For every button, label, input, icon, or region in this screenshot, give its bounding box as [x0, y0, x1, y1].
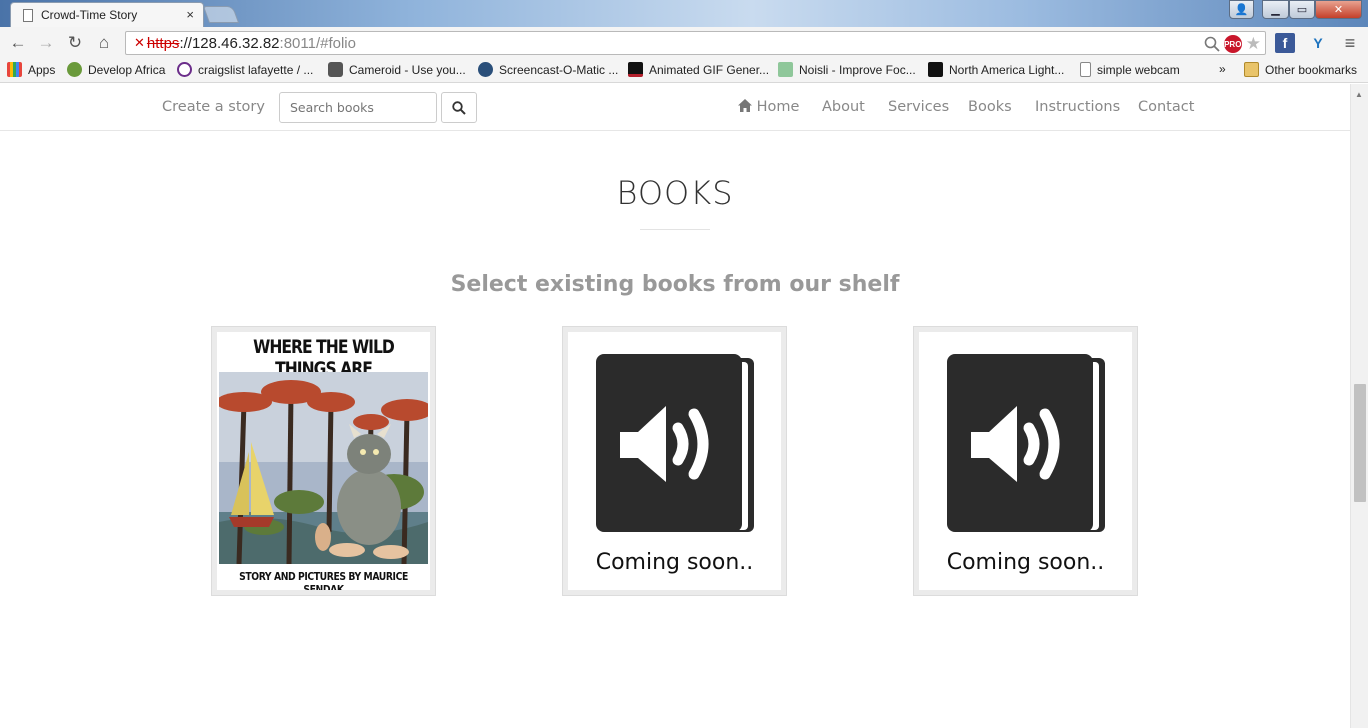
page-viewport: Create a story Home About Services Books… — [0, 84, 1350, 728]
screencast-icon — [478, 62, 493, 77]
book-cover: WHERE THE WILD THINGS ARE STORY AND PICT… — [217, 332, 430, 590]
noisli-icon — [778, 62, 793, 77]
nav-books[interactable]: Books — [968, 99, 1012, 115]
maximize-button[interactable]: ▭ — [1289, 0, 1315, 19]
tab-title: Crowd-Time Story — [41, 8, 138, 22]
minimize-button[interactable]: ▁ — [1262, 0, 1289, 19]
bookmark-noisli[interactable]: Noisli - Improve Foc... — [778, 62, 916, 77]
folder-icon — [1244, 62, 1259, 77]
camera-icon — [328, 62, 343, 77]
coming-soon-label: Coming soon.. — [946, 550, 1105, 575]
nav-instructions[interactable]: Instructions — [1035, 99, 1120, 115]
bookmark-label: simple webcam — [1097, 62, 1180, 77]
profile-icon[interactable]: 👤 — [1229, 0, 1254, 19]
page-icon — [23, 8, 33, 22]
gif-icon — [628, 62, 643, 77]
nav-contact[interactable]: Contact — [1138, 99, 1194, 115]
section-title: BOOKS — [616, 174, 734, 212]
peace-icon — [177, 62, 192, 77]
browser-tab[interactable]: Crowd-Time Story × — [10, 2, 204, 27]
bookmark-north-america[interactable]: North America Light... — [928, 62, 1064, 77]
apps-grid-icon — [7, 62, 22, 77]
address-bar[interactable]: ✕ https://128.46.32.82:8011/#folio PRO ★ — [125, 31, 1266, 55]
close-window-button[interactable]: ✕ — [1315, 0, 1362, 19]
bookmark-screencast[interactable]: Screencast-O-Matic ... — [478, 62, 618, 77]
bookmark-develop-africa[interactable]: Develop Africa — [67, 62, 165, 77]
zoom-icon[interactable] — [1204, 36, 1220, 52]
window-titlebar: Crowd-Time Story × 👤 ▁ ▭ ✕ — [0, 0, 1368, 27]
bookmark-label: Apps — [28, 62, 56, 77]
audiobook-icon — [947, 354, 1105, 532]
audiobook-icon — [596, 354, 754, 532]
develop-africa-icon — [67, 62, 82, 77]
insecure-lock-icon: ✕ — [134, 35, 145, 50]
search-icon — [452, 100, 466, 115]
home-icon — [738, 99, 752, 112]
back-button[interactable]: ← — [7, 32, 29, 54]
pro-extension-icon[interactable]: PRO — [1223, 35, 1242, 53]
facebook-icon[interactable]: f — [1275, 33, 1295, 53]
site-navbar: Create a story Home About Services Books… — [0, 84, 1350, 131]
bookmark-label: Other bookmarks — [1265, 62, 1358, 77]
scroll-up-arrow[interactable]: ▲ — [1355, 90, 1363, 99]
title-divider — [640, 229, 710, 230]
coming-soon-label: Coming soon.. — [595, 550, 754, 575]
book-card-coming-soon-1[interactable]: Coming soon.. — [562, 326, 787, 596]
url-path: :8011/#folio — [279, 34, 356, 52]
bookmark-label: Cameroid - Use you... — [349, 62, 466, 77]
nav-about[interactable]: About — [822, 99, 865, 115]
url-scheme: https — [146, 34, 180, 52]
tab-close-icon[interactable]: × — [186, 7, 194, 22]
home-button[interactable]: ⌂ — [93, 32, 115, 54]
book-card-wild-things[interactable]: WHERE THE WILD THINGS ARE STORY AND PICT… — [211, 326, 436, 596]
nav-label: Home — [756, 99, 800, 115]
nav-services[interactable]: Services — [888, 99, 949, 115]
nav-home[interactable]: Home — [738, 99, 799, 115]
search-button[interactable] — [441, 92, 477, 123]
page-scrollbar[interactable]: ▲ — [1350, 84, 1368, 728]
new-tab-button[interactable] — [202, 6, 240, 23]
extension-v-icon[interactable]: Y — [1307, 32, 1329, 54]
reload-button[interactable]: ↻ — [64, 32, 86, 54]
bookmark-simple-webcam[interactable]: simple webcam — [1080, 62, 1180, 77]
bookmarks-overflow[interactable]: » — [1219, 62, 1226, 76]
chrome-menu-icon[interactable]: ≡ — [1339, 32, 1361, 54]
cover-illustration — [219, 372, 428, 564]
book-cover: Coming soon.. — [919, 332, 1132, 590]
bookmark-label: craigslist lafayette / ... — [198, 62, 314, 77]
cover-credit: STORY AND PICTURES BY MAURICE SENDAK — [239, 570, 408, 590]
bookmark-label: North America Light... — [949, 62, 1065, 77]
bookmark-cameroid[interactable]: Cameroid - Use you... — [328, 62, 466, 77]
section-subtitle: Select existing books from our shelf — [450, 272, 900, 297]
book-cover: Coming soon.. — [568, 332, 781, 590]
bookmark-label: Noisli - Improve Foc... — [799, 62, 916, 77]
bookmark-label: Screencast-O-Matic ... — [499, 62, 619, 77]
bookmark-label: Animated GIF Gener... — [649, 62, 770, 77]
create-story-link[interactable]: Create a story — [162, 99, 265, 115]
bookmark-apps[interactable]: Apps — [7, 62, 55, 77]
bookmarks-bar: Apps Develop Africa craigslist lafayette… — [0, 58, 1368, 83]
forward-button[interactable]: → — [35, 32, 57, 54]
bookmark-star-icon[interactable]: ★ — [1246, 34, 1261, 54]
bookmark-label: Develop Africa — [88, 62, 166, 77]
lightning-icon — [928, 62, 943, 77]
page-icon — [1080, 62, 1091, 77]
search-input[interactable] — [279, 92, 437, 123]
bookmark-craigslist[interactable]: craigslist lafayette / ... — [177, 62, 313, 77]
bookmark-gif-generator[interactable]: Animated GIF Gener... — [628, 62, 769, 77]
url-host: ://128.46.32.82 — [179, 34, 280, 52]
other-bookmarks[interactable]: Other bookmarks — [1244, 62, 1357, 77]
scroll-thumb[interactable] — [1354, 384, 1366, 502]
book-card-coming-soon-2[interactable]: Coming soon.. — [913, 326, 1138, 596]
